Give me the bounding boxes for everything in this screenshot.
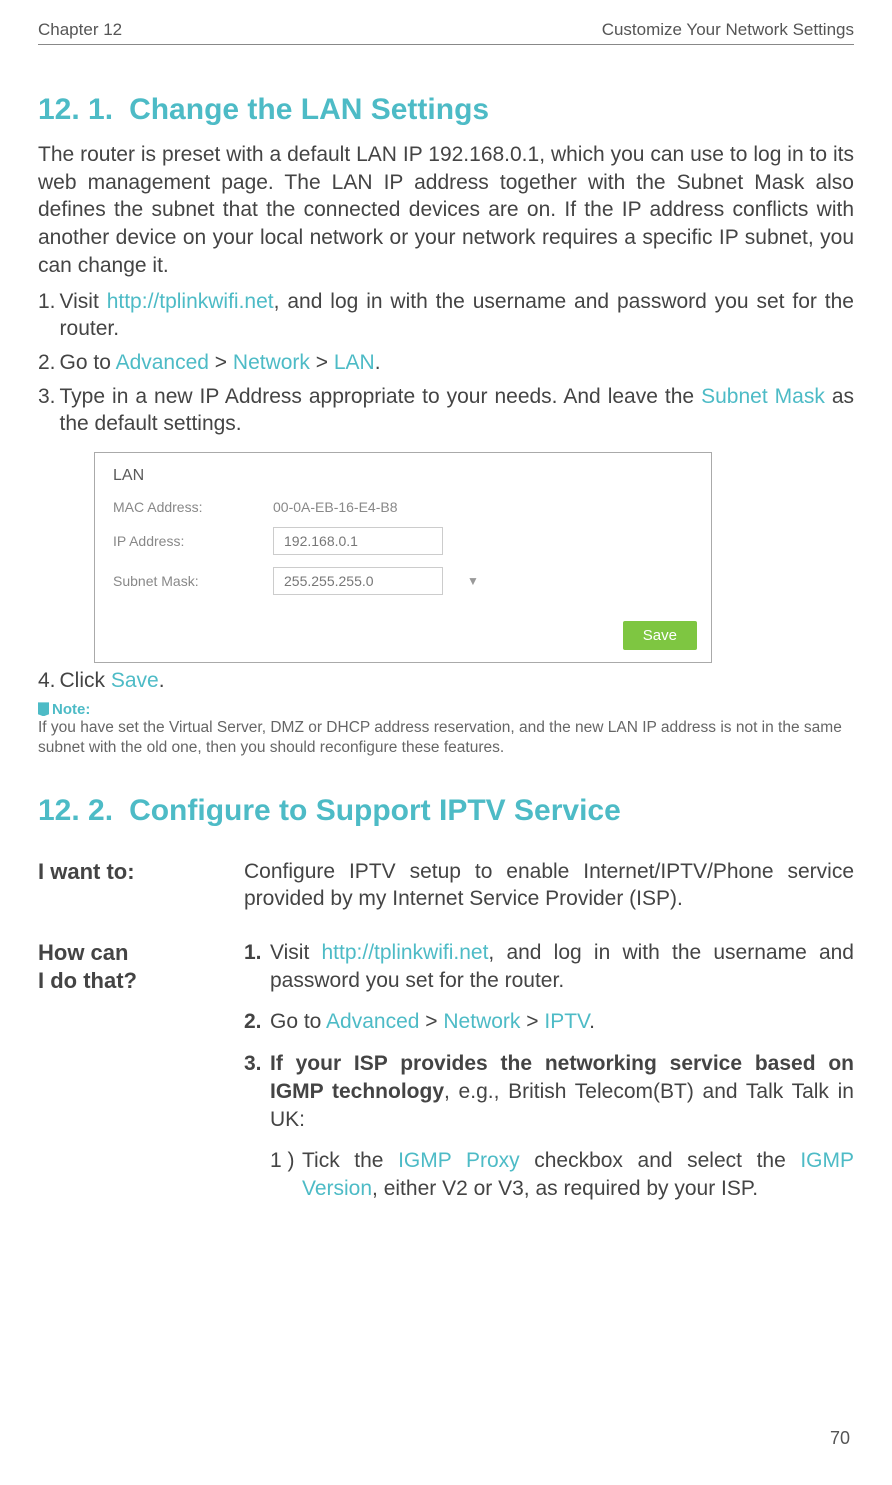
step-4: 4. Click Save. bbox=[38, 667, 854, 695]
how-can-i-label: How can I do that? bbox=[38, 939, 204, 1213]
chapter-label: Chapter 12 bbox=[38, 20, 122, 40]
subnet-mask-input[interactable] bbox=[273, 567, 443, 595]
page-header: Chapter 12 Customize Your Network Settin… bbox=[38, 20, 854, 45]
page-number: 70 bbox=[830, 1428, 850, 1449]
section-title: Change the LAN Settings bbox=[129, 93, 489, 126]
i-want-to-block: I want to: Configure IPTV setup to enabl… bbox=[38, 858, 854, 921]
ip-address-input[interactable] bbox=[273, 527, 443, 555]
i-want-to-label: I want to: bbox=[38, 858, 204, 921]
save-ref: Save bbox=[111, 669, 159, 692]
iptv-substep-1: 1 ) Tick the IGMP Proxy checkbox and sel… bbox=[270, 1147, 854, 1202]
save-button[interactable]: Save bbox=[623, 621, 697, 650]
subnet-mask-ref: Subnet Mask bbox=[701, 385, 825, 408]
mac-address-row: MAC Address: 00-0A-EB-16-E4-B8 bbox=[113, 499, 693, 515]
iptv-step-2: 2. Go to Advanced > Network > IPTV. bbox=[244, 1008, 854, 1036]
figure-title: LAN bbox=[113, 467, 693, 485]
subnet-mask-select[interactable]: ▼ bbox=[273, 567, 479, 595]
section-number: 12. 1. bbox=[38, 93, 113, 126]
mac-label: MAC Address: bbox=[113, 499, 273, 515]
subnet-label: Subnet Mask: bbox=[113, 573, 273, 589]
section1-steps: 1. Visit http://tplinkwifi.net, and log … bbox=[38, 288, 854, 439]
ip-label: IP Address: bbox=[113, 533, 273, 549]
step-1: 1. Visit http://tplinkwifi.net, and log … bbox=[38, 288, 854, 343]
bookmark-icon bbox=[38, 702, 49, 716]
section-12-2-heading: 12. 2. Configure to Support IPTV Service bbox=[38, 794, 854, 828]
header-right: Customize Your Network Settings bbox=[602, 20, 854, 40]
chevron-down-icon[interactable]: ▼ bbox=[467, 574, 479, 588]
ip-address-row: IP Address: bbox=[113, 527, 693, 555]
nav-network: Network bbox=[233, 351, 310, 374]
note-label: Note: bbox=[38, 701, 854, 718]
mac-value: 00-0A-EB-16-E4-B8 bbox=[273, 499, 398, 515]
section1-intro: The router is preset with a default LAN … bbox=[38, 141, 854, 280]
lan-settings-figure: LAN MAC Address: 00-0A-EB-16-E4-B8 IP Ad… bbox=[94, 452, 712, 663]
subnet-mask-row: Subnet Mask: ▼ bbox=[113, 567, 693, 595]
i-want-to-text: Configure IPTV setup to enable Internet/… bbox=[244, 858, 854, 913]
section-title-2: Configure to Support IPTV Service bbox=[129, 794, 621, 827]
igmp-proxy-ref: IGMP Proxy bbox=[398, 1149, 520, 1172]
iptv-step-1: 1. Visit http://tplinkwifi.net, and log … bbox=[244, 939, 854, 994]
nav-iptv: IPTV bbox=[544, 1010, 589, 1033]
nav-advanced: Advanced bbox=[116, 351, 209, 374]
tplink-link[interactable]: http://tplinkwifi.net bbox=[107, 290, 274, 313]
nav-advanced-2: Advanced bbox=[326, 1010, 419, 1033]
section-number-2: 12. 2. bbox=[38, 794, 113, 827]
nav-network-2: Network bbox=[443, 1010, 520, 1033]
iptv-step-3: 3. If your ISP provides the networking s… bbox=[244, 1050, 854, 1133]
step-2: 2. Go to Advanced > Network > LAN. bbox=[38, 349, 854, 377]
section-12-1-heading: 12. 1. Change the LAN Settings bbox=[38, 93, 854, 127]
step-3: 3. Type in a new IP Address appropriate … bbox=[38, 383, 854, 438]
tplink-link-2[interactable]: http://tplinkwifi.net bbox=[322, 941, 489, 964]
how-can-i-block: How can I do that? 1. Visit http://tplin… bbox=[38, 939, 854, 1213]
nav-lan: LAN bbox=[334, 351, 375, 374]
note-text: If you have set the Virtual Server, DMZ … bbox=[38, 718, 854, 758]
